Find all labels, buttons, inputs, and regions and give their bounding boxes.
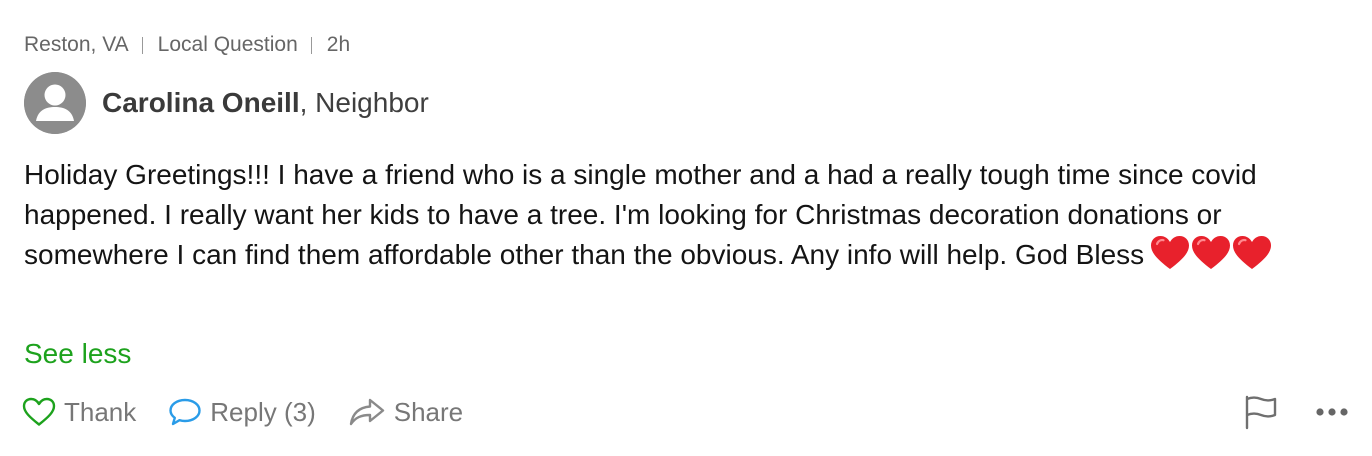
author-name[interactable]: Carolina Oneill <box>102 87 300 118</box>
heart-outline-icon <box>22 397 64 427</box>
speech-bubble-icon <box>168 397 210 427</box>
heart-emoji-group <box>1150 235 1272 271</box>
share-button[interactable]: Share <box>348 397 463 428</box>
default-avatar-icon[interactable] <box>24 72 86 134</box>
thank-label: Thank <box>64 396 137 427</box>
post-age: 2h <box>326 33 351 56</box>
author-role: Neighbor <box>315 87 429 118</box>
red-heart-icon <box>1191 235 1231 271</box>
location-link[interactable]: Reston, VA <box>24 33 129 57</box>
author-row: Carolina Oneill, Neighbor <box>24 72 429 134</box>
meta-divider <box>310 36 312 54</box>
action-bar: Thank Reply (3) Share <box>22 392 463 432</box>
post-text: Holiday Greetings!!! I have a friend who… <box>24 159 1257 270</box>
post-meta: Reston, VA Local Question 2h <box>24 31 350 59</box>
flag-icon[interactable] <box>1243 394 1279 430</box>
red-heart-icon <box>1232 235 1272 271</box>
share-arrow-icon <box>348 397 394 427</box>
reply-label: Reply (3) <box>210 396 316 427</box>
thank-button[interactable]: Thank <box>22 397 136 428</box>
see-less-link[interactable]: See less <box>24 334 131 374</box>
author-byline: Carolina Oneill, Neighbor <box>102 87 429 119</box>
category-link[interactable]: Local Question <box>158 33 298 57</box>
share-label: Share <box>393 396 464 427</box>
more-dots-icon[interactable] <box>1314 398 1350 426</box>
meta-divider <box>141 36 143 54</box>
red-heart-icon <box>1150 235 1190 271</box>
post-body: Holiday Greetings!!! I have a friend who… <box>24 155 1344 275</box>
author-separator: , <box>299 87 308 118</box>
reply-button[interactable]: Reply (3) <box>168 396 316 428</box>
